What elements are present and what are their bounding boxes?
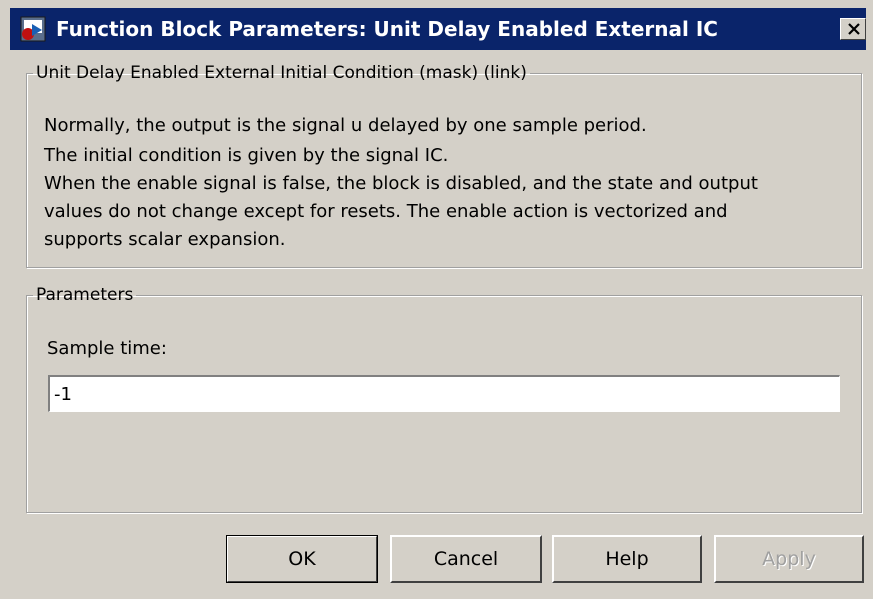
sample-time-label: Sample time:: [47, 338, 167, 359]
ok-button[interactable]: OK: [226, 535, 378, 583]
window-title: Function Block Parameters: Unit Delay En…: [56, 17, 718, 41]
close-button[interactable]: [840, 18, 866, 40]
help-button[interactable]: Help: [552, 535, 702, 583]
description-line: When the enable signal is false, the blo…: [44, 173, 758, 194]
title-bar[interactable]: Function Block Parameters: Unit Delay En…: [10, 8, 866, 50]
close-icon: [848, 23, 860, 35]
description-group-title: Unit Delay Enabled External Initial Cond…: [36, 63, 527, 83]
apply-button[interactable]: Apply: [714, 535, 864, 583]
parameters-group-title: Parameters: [36, 285, 134, 305]
description-line: supports scalar expansion.: [44, 229, 286, 250]
simulink-block-icon: [20, 16, 46, 42]
dialog-window: Function Block Parameters: Unit Delay En…: [0, 0, 873, 599]
description-line: values do not change except for resets. …: [44, 201, 728, 222]
description-line: The initial condition is given by the si…: [44, 145, 449, 166]
cancel-button[interactable]: Cancel: [390, 535, 542, 583]
description-line: Normally, the output is the signal u del…: [44, 115, 647, 136]
sample-time-input[interactable]: [48, 375, 840, 412]
